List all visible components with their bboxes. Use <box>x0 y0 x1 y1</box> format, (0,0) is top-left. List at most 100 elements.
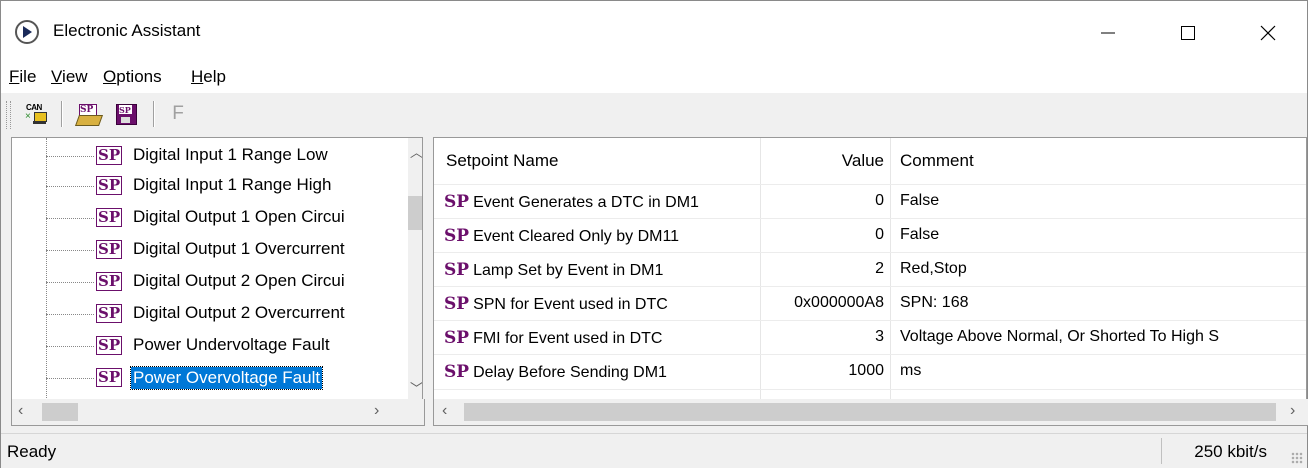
setpoint-icon: SP <box>96 272 123 291</box>
open-setpoint-icon: SP <box>74 103 104 126</box>
table-row[interactable]: SP Delay Before Sending DM1 1000 ms <box>434 354 1306 390</box>
tree-item-label: Power Undervoltage Fault <box>133 335 330 354</box>
scroll-thumb[interactable] <box>42 403 78 421</box>
tree-item-label: Digital Output 1 Overcurrent <box>133 239 345 258</box>
tree-item-label: Digital Output 2 Overcurrent <box>133 303 345 322</box>
setpoint-name: Event Cleared Only by DM11 <box>473 228 680 245</box>
setpoint-icon: SP <box>444 294 470 314</box>
table-row[interactable]: SP Lamp Set by Event in DM1 2 Red,Stop <box>434 252 1306 287</box>
setpoint-value: 1000 <box>848 362 884 379</box>
setpoint-icon: SP <box>96 208 123 227</box>
table-row[interactable]: SP FMI for Event used in DTC 3 Voltage Ab… <box>434 320 1306 355</box>
table-row[interactable]: SP Event Cleared Only by DM11 0 False <box>434 218 1306 253</box>
setpoint-name: Delay Before Sending DM1 <box>473 364 667 381</box>
save-setpoint-file-button[interactable]: SP <box>111 100 141 128</box>
status-bar: Ready 250 kbit/s <box>1 433 1307 468</box>
tree-item[interactable]: SP Digital Input 1 Range High <box>12 172 402 202</box>
setpoint-tree[interactable]: SP Digital Input 1 Range Low SP Digital … <box>11 137 423 401</box>
flash-icon: F <box>172 103 184 124</box>
close-icon <box>1260 25 1276 41</box>
scroll-left-icon[interactable]: ‹ <box>442 402 447 420</box>
column-header-comment[interactable]: Comment <box>900 138 1200 184</box>
setpoint-icon: SP <box>96 240 123 259</box>
setpoint-value: 0 <box>875 226 884 243</box>
scroll-thumb[interactable] <box>464 403 1276 421</box>
setpoint-comment: SPN: 168 <box>900 294 969 311</box>
setpoint-comment: ms <box>900 362 922 379</box>
maximize-icon <box>1181 26 1195 40</box>
can-connect-icon: CAN × <box>25 103 47 125</box>
tree-horizontal-scrollbar[interactable]: ‹ › <box>11 399 425 426</box>
tree-item-label: Digital Input 1 Range Low <box>133 145 328 164</box>
setpoint-icon: SP <box>444 362 470 382</box>
tree-item[interactable]: SP Digital Output 2 Overcurrent <box>12 300 402 330</box>
tree-item[interactable]: SP Digital Output 1 Open Circui <box>12 204 402 234</box>
menu-view[interactable]: View <box>51 67 88 87</box>
setpoint-value: 3 <box>875 328 884 345</box>
close-button[interactable] <box>1245 9 1291 57</box>
scroll-down-icon[interactable]: ﹀ <box>410 378 422 397</box>
flash-button[interactable]: F <box>163 100 193 128</box>
tree-item[interactable]: SP Digital Input 1 Range Low <box>12 142 402 172</box>
minimize-icon <box>1101 32 1115 34</box>
minimize-button[interactable] <box>1085 9 1131 57</box>
open-setpoint-file-button[interactable]: SP <box>73 100 104 128</box>
scroll-left-icon[interactable]: ‹ <box>18 402 23 420</box>
menu-options[interactable]: Options <box>103 67 162 87</box>
can-connect-button[interactable]: CAN × <box>21 100 51 128</box>
toolbar-separator <box>61 101 63 127</box>
tree-vertical-scrollbar[interactable]: ︿ ﹀ <box>408 138 422 400</box>
setpoint-comment: False <box>900 192 940 209</box>
setpoint-comment: Voltage Above Normal, Or Shorted To High… <box>900 328 1219 345</box>
menu-help[interactable]: Help <box>191 67 226 87</box>
setpoint-icon: SP <box>444 260 470 280</box>
tree-item-label: Digital Input 1 Range High <box>133 175 332 194</box>
setpoint-icon: SP <box>444 192 470 212</box>
table-row[interactable]: SP Event Generates a DTC in DM1 0 False <box>434 184 1306 219</box>
setpoint-comment: Red,Stop <box>900 260 967 277</box>
scroll-up-icon[interactable]: ︿ <box>410 142 422 161</box>
setpoint-comment: False <box>900 226 940 243</box>
toolbar-separator <box>153 101 155 127</box>
setpoint-grid: Setpoint Name Value Comment SP Event Gene… <box>433 137 1307 401</box>
menu-bar: File View Options Help <box>1 63 1307 93</box>
setpoint-icon: SP <box>96 304 123 323</box>
setpoint-icon: SP <box>444 328 470 348</box>
toolbar-grip[interactable] <box>6 101 11 129</box>
scroll-thumb[interactable] <box>408 196 422 230</box>
grid-horizontal-scrollbar[interactable]: ‹ › <box>433 399 1308 426</box>
tree-item-label: Power Overvoltage Fault <box>129 366 324 390</box>
app-logo-icon[interactable] <box>15 20 39 44</box>
setpoint-name: Lamp Set by Event in DM1 <box>473 262 664 279</box>
tree-item[interactable]: SP Digital Output 2 Open Circui <box>12 268 402 298</box>
maximize-button[interactable] <box>1165 9 1211 57</box>
window-title: Electronic Assistant <box>53 21 201 40</box>
scroll-right-icon[interactable]: › <box>1290 402 1295 420</box>
save-setpoint-icon: SP <box>115 103 137 125</box>
resize-grip[interactable] <box>1291 452 1303 464</box>
tree-item[interactable]: SP Digital Output 1 Overcurrent <box>12 236 402 266</box>
title-bar[interactable]: Electronic Assistant <box>1 1 1307 63</box>
setpoint-name: FMI for Event used in DTC <box>473 330 663 347</box>
column-header-setpoint-name[interactable]: Setpoint Name <box>446 138 746 184</box>
tree-item[interactable]: SP Power Undervoltage Fault <box>12 332 402 362</box>
column-header-value[interactable]: Value <box>762 138 884 184</box>
scroll-right-icon[interactable]: › <box>374 402 379 420</box>
setpoint-name: Event Generates a DTC in DM1 <box>473 194 699 211</box>
setpoint-icon: SP <box>96 336 123 355</box>
setpoint-name: SPN for Event used in DTC <box>473 296 668 313</box>
setpoint-icon: SP <box>444 226 470 246</box>
setpoint-icon: SP <box>96 176 123 195</box>
setpoint-value: 0x000000A8 <box>794 294 884 311</box>
setpoint-icon: SP <box>96 368 123 387</box>
status-text: Ready <box>7 442 57 461</box>
table-row[interactable]: SP SPN for Event used in DTC 0x000000A8 S… <box>434 286 1306 321</box>
setpoint-value: 0 <box>875 192 884 209</box>
toolbar: CAN × SP SP F <box>1 93 1307 133</box>
tree-item-label: Digital Output 1 Open Circui <box>133 207 345 226</box>
tree-item-label: Digital Output 2 Open Circui <box>133 271 345 290</box>
menu-file[interactable]: File <box>9 67 36 87</box>
tree-item-selected[interactable]: SP Power Overvoltage Fault <box>12 364 402 394</box>
setpoint-value: 2 <box>875 260 884 277</box>
app-window: Electronic Assistant File View Options H… <box>0 0 1308 468</box>
